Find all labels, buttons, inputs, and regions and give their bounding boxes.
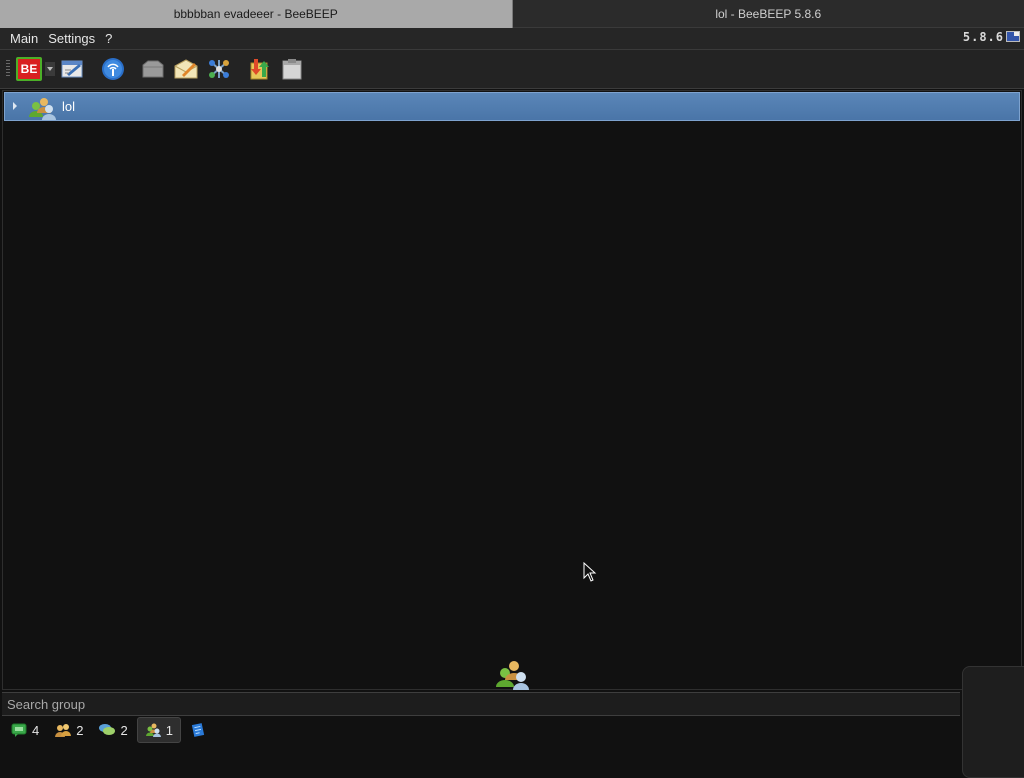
expand-arrow-icon[interactable]	[13, 102, 17, 110]
tab-users[interactable]: 2	[48, 718, 90, 742]
toolbar: BE	[0, 50, 1024, 89]
status-button[interactable]: BE	[16, 57, 42, 81]
network-icon	[207, 58, 231, 80]
status-dropdown-arrow-icon[interactable]	[45, 62, 55, 76]
folder-icon	[141, 58, 165, 80]
menu-settings[interactable]: Settings	[43, 31, 100, 46]
users-chat-icon	[11, 723, 27, 737]
menu-help[interactable]: ?	[100, 31, 117, 46]
write-message-button[interactable]	[173, 57, 199, 81]
network-button[interactable]	[206, 57, 232, 81]
folder-button[interactable]	[140, 57, 166, 81]
view-tab-bar: 4 2 2 1	[0, 716, 966, 744]
empty-group-placeholder-icon	[494, 656, 530, 690]
menu-bar: Main Settings ? 5.8.6	[0, 28, 1024, 50]
broadcast-button[interactable]	[100, 57, 126, 81]
chat-bubbles-icon	[99, 723, 115, 737]
tab-count: 1	[166, 723, 173, 738]
search-group-field	[2, 692, 960, 716]
tab-chats[interactable]: 2	[92, 718, 134, 742]
tab-groups[interactable]: 1	[137, 717, 181, 743]
mouse-pointer-icon	[583, 562, 597, 582]
overlay-panel	[962, 666, 1024, 778]
profile-edit-icon	[61, 58, 85, 80]
menu-main[interactable]: Main	[0, 31, 43, 46]
broadcast-icon	[101, 57, 125, 81]
profile-edit-button[interactable]	[60, 57, 86, 81]
version-label: 5.8.6	[963, 30, 1004, 44]
group-item[interactable]: lol	[4, 92, 1020, 121]
clipboard-button[interactable]	[279, 57, 305, 81]
clipboard-icon	[280, 57, 304, 81]
tab-count: 2	[76, 723, 83, 738]
window-tab-chat[interactable]: lol - BeeBEEP 5.8.6	[513, 0, 1024, 28]
beebeep-logo-icon: BE	[16, 57, 42, 81]
group-users-icon	[27, 95, 57, 121]
tab-count: 4	[32, 723, 39, 738]
group-icon	[145, 723, 161, 737]
window-tab-main[interactable]: bbbbban evadeeer - BeeBEEP	[0, 0, 513, 28]
tab-notes[interactable]	[183, 718, 213, 742]
window-tab-bar: bbbbban evadeeer - BeeBEEP lol - BeeBEEP…	[0, 0, 1024, 28]
users-icon	[55, 723, 71, 737]
toolbar-grip[interactable]	[6, 60, 10, 78]
group-list: lol	[2, 90, 1022, 690]
language-flag-icon	[1006, 31, 1020, 42]
write-message-icon	[174, 58, 198, 80]
group-name: lol	[62, 99, 75, 114]
tab-count: 2	[120, 723, 127, 738]
search-input[interactable]	[2, 693, 960, 715]
tab-users-chat[interactable]: 4	[4, 718, 46, 742]
file-transfer-icon	[247, 57, 271, 81]
file-transfer-button[interactable]	[246, 57, 272, 81]
notes-icon	[190, 723, 206, 737]
